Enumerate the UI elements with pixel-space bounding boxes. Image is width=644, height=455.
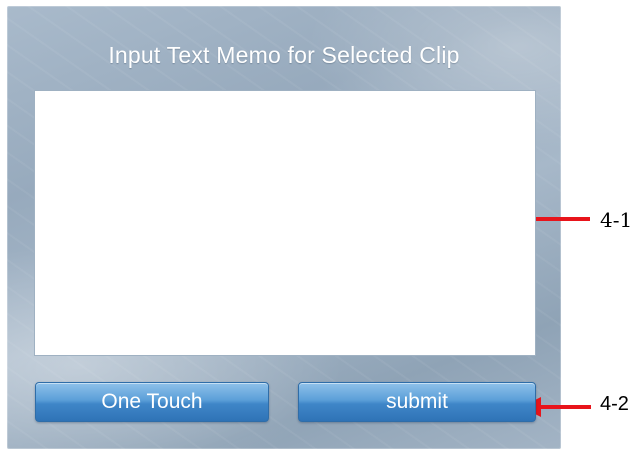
stage: Input Text Memo for Selected Clip One To… xyxy=(0,0,644,455)
memo-text-input[interactable] xyxy=(34,90,536,356)
callout-label-4-1: 4-1 xyxy=(600,208,633,232)
one-touch-button[interactable]: One Touch xyxy=(35,382,269,422)
memo-dialog: Input Text Memo for Selected Clip One To… xyxy=(7,6,561,449)
dialog-title: Input Text Memo for Selected Clip xyxy=(108,42,460,68)
submit-button[interactable]: submit xyxy=(298,382,536,422)
callout-label-4-2: 4-2 xyxy=(600,393,629,415)
